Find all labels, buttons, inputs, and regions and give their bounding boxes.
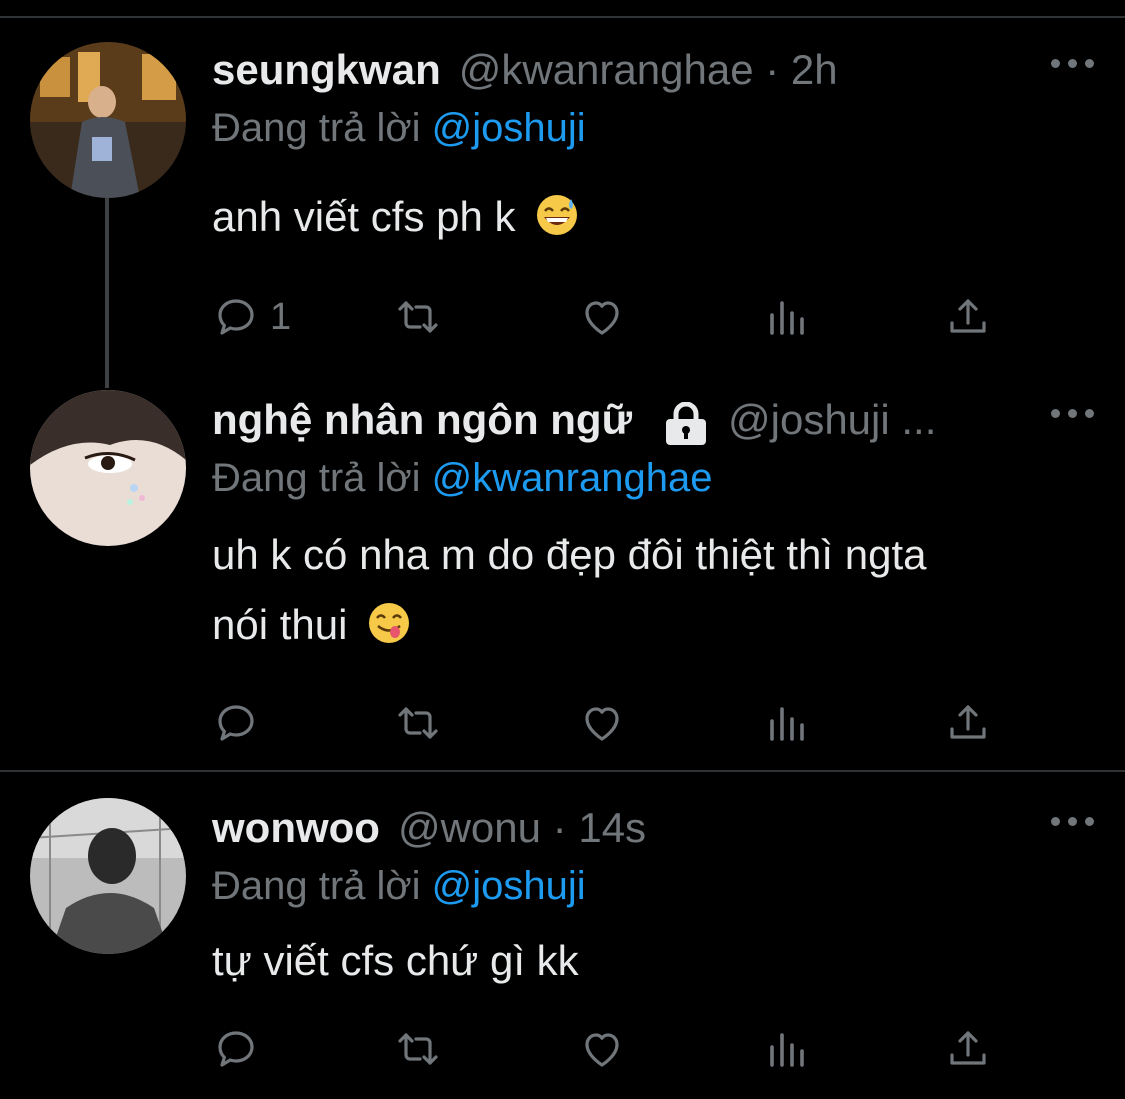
heart-icon (585, 707, 619, 741)
views-icon (770, 301, 804, 335)
reply-mention-link[interactable]: @joshuji (432, 864, 586, 908)
retweet-icon (398, 1033, 438, 1065)
tweet-text-content: nói thui (212, 601, 348, 648)
tweet-text-content: tự viết cfs chứ gì kk (212, 937, 579, 984)
lock-icon (666, 402, 706, 445)
replying-to: Đang trả lời @joshuji (212, 856, 586, 916)
tweet-header: nghệ nhân ngôn ngữ @joshuji ... (212, 390, 936, 450)
replying-to: Đang trả lời @joshuji (212, 98, 586, 158)
reply-prefix: Đang trả lời (212, 106, 421, 150)
handle-and-time[interactable]: @kwanranghae · 2h (459, 40, 838, 100)
tweet-wonwoo[interactable]: wonwoo @wonu · 14s Đang trả lời @joshuji… (0, 798, 1125, 1088)
tweet-actions (212, 698, 1002, 748)
tweet-header: wonwoo @wonu · 14s (212, 798, 646, 858)
heart-icon (585, 301, 619, 335)
tweet-nghe-nhan[interactable]: nghệ nhân ngôn ngữ @joshuji ... Đang trả… (0, 390, 1125, 760)
share-button[interactable] (944, 1024, 992, 1074)
views-button[interactable] (762, 292, 810, 342)
avatar[interactable] (30, 390, 186, 546)
tweet-text: tự viết cfs chứ gì kk (212, 926, 1092, 996)
tweet-text-line: uh k có nha m do đẹp đôi thiệt thì ngta (212, 531, 927, 578)
reply-button[interactable] (212, 698, 260, 748)
like-button[interactable] (578, 1024, 626, 1074)
views-button[interactable] (762, 698, 810, 748)
tweet-text-line-2: nói thui (212, 590, 1092, 660)
display-name[interactable]: seungkwan (212, 40, 441, 100)
reply-button[interactable]: 1 (212, 292, 291, 342)
reply-prefix: Đang trả lời (212, 456, 421, 500)
more-icon[interactable] (1051, 404, 1095, 424)
tweet-actions: 1 (212, 292, 1002, 342)
views-button[interactable] (762, 1024, 810, 1074)
top-divider (0, 16, 1125, 18)
reply-button[interactable] (212, 1024, 260, 1074)
share-icon (950, 299, 986, 333)
retweet-button[interactable] (394, 698, 442, 748)
thread-divider (0, 770, 1125, 772)
heart-icon (585, 1033, 619, 1067)
views-icon (770, 707, 804, 741)
retweet-button[interactable] (394, 1024, 442, 1074)
more-icon[interactable] (1051, 812, 1095, 832)
tweet-text: uh k có nha m do đẹp đôi thiệt thì ngta … (212, 520, 1092, 660)
tweet-actions (212, 1024, 1002, 1074)
more-icon[interactable] (1051, 54, 1095, 74)
share-button[interactable] (944, 292, 992, 342)
grinning-sweat-emoji (537, 195, 578, 235)
reply-mention-link[interactable]: @kwanranghae (432, 456, 713, 500)
avatar[interactable] (30, 42, 186, 198)
reply-icon (218, 705, 254, 741)
retweet-button[interactable] (394, 292, 442, 342)
reply-icon (218, 299, 254, 335)
tweet-seungkwan[interactable]: seungkwan @kwanranghae · 2h Đang trả lời… (0, 40, 1125, 388)
display-name[interactable]: nghệ nhân ngôn ngữ (212, 390, 632, 450)
tweet-header: seungkwan @kwanranghae · 2h (212, 40, 838, 100)
handle-and-time[interactable]: @wonu · 14s (398, 798, 646, 858)
reply-count: 1 (270, 295, 292, 338)
tweet-text-content: anh viết cfs ph k (212, 193, 516, 240)
retweet-icon (398, 301, 438, 333)
like-button[interactable] (578, 698, 626, 748)
share-icon (950, 705, 986, 739)
reply-mention-link[interactable]: @joshuji (432, 106, 586, 150)
tweet-text: anh viết cfs ph k (212, 182, 1092, 252)
views-icon (770, 1033, 804, 1067)
display-name[interactable]: wonwoo (212, 798, 380, 858)
handle-and-time[interactable]: @joshuji ... (728, 390, 936, 450)
retweet-icon (398, 707, 438, 739)
replying-to: Đang trả lời @kwanranghae (212, 448, 712, 508)
reply-prefix: Đang trả lời (212, 864, 421, 908)
avatar[interactable] (30, 798, 186, 954)
share-button[interactable] (944, 698, 992, 748)
like-button[interactable] (578, 292, 626, 342)
reply-icon (218, 1031, 254, 1067)
thread-line (105, 198, 109, 388)
yum-emoji (369, 603, 410, 643)
share-icon (950, 1031, 986, 1065)
